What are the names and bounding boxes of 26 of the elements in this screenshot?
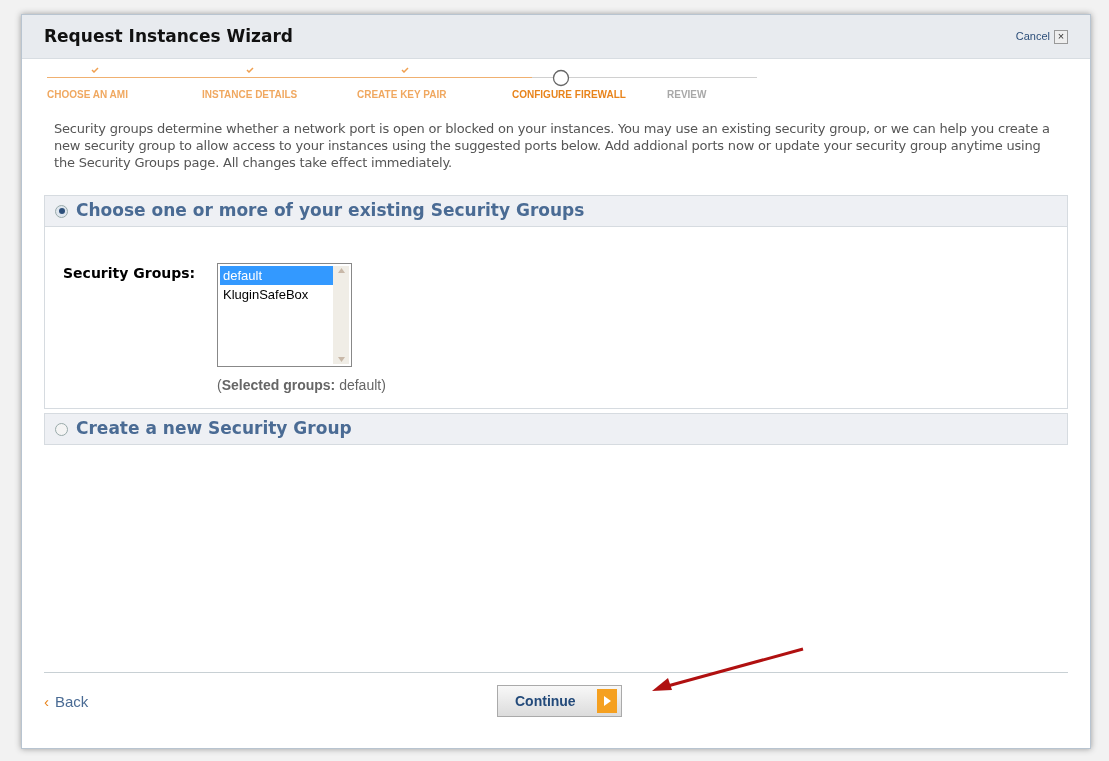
- continue-button[interactable]: Continue: [497, 685, 622, 717]
- radio-button[interactable]: [55, 422, 68, 436]
- radio-button[interactable]: [55, 204, 68, 218]
- step-label: CONFIGURE FIREWALL: [512, 88, 626, 102]
- section-title: Create a new Security Group: [76, 417, 352, 441]
- scrollbar[interactable]: [333, 266, 349, 364]
- step-label: CHOOSE AN AMI: [47, 88, 128, 102]
- section-header[interactable]: Choose one or more of your existing Security Groups: [45, 196, 1067, 226]
- scroll-down-icon[interactable]: [337, 357, 345, 362]
- security-groups-listbox[interactable]: default KluginSafeBox: [217, 263, 352, 367]
- cancel-link[interactable]: Cancel: [1015, 28, 1050, 45]
- scroll-up-icon[interactable]: [337, 268, 345, 273]
- field-label: Security Groups:: [63, 264, 197, 283]
- listbox-option[interactable]: KluginSafeBox: [220, 285, 333, 304]
- section-title: Choose one or more of your existing Security Groups: [76, 199, 585, 223]
- progress-marker-icon: [552, 69, 570, 87]
- step-label: REVIEW: [667, 88, 707, 102]
- selected-groups-summary: (Selected groups: default): [217, 376, 386, 395]
- section-header[interactable]: Create a new Security Group: [45, 414, 1067, 444]
- step-label: INSTANCE DETAILS: [202, 88, 298, 102]
- step-label: CREATE KEY PAIR: [357, 88, 447, 102]
- play-icon: [597, 689, 617, 713]
- close-button[interactable]: ×: [1054, 29, 1068, 44]
- description-text: Security groups determine whether a network port is open or blocked on your instances. You may use an existing security group, or we can help you create a new security group to allow access to your instances using the suggested ports below. Add addional ports now or update your security group anytime using the Security Groups page. All changes take effect immediately.: [53, 120, 1051, 171]
- back-link[interactable]: ‹ Back: [44, 691, 89, 714]
- window-title: Request Instances Wizard: [44, 24, 293, 48]
